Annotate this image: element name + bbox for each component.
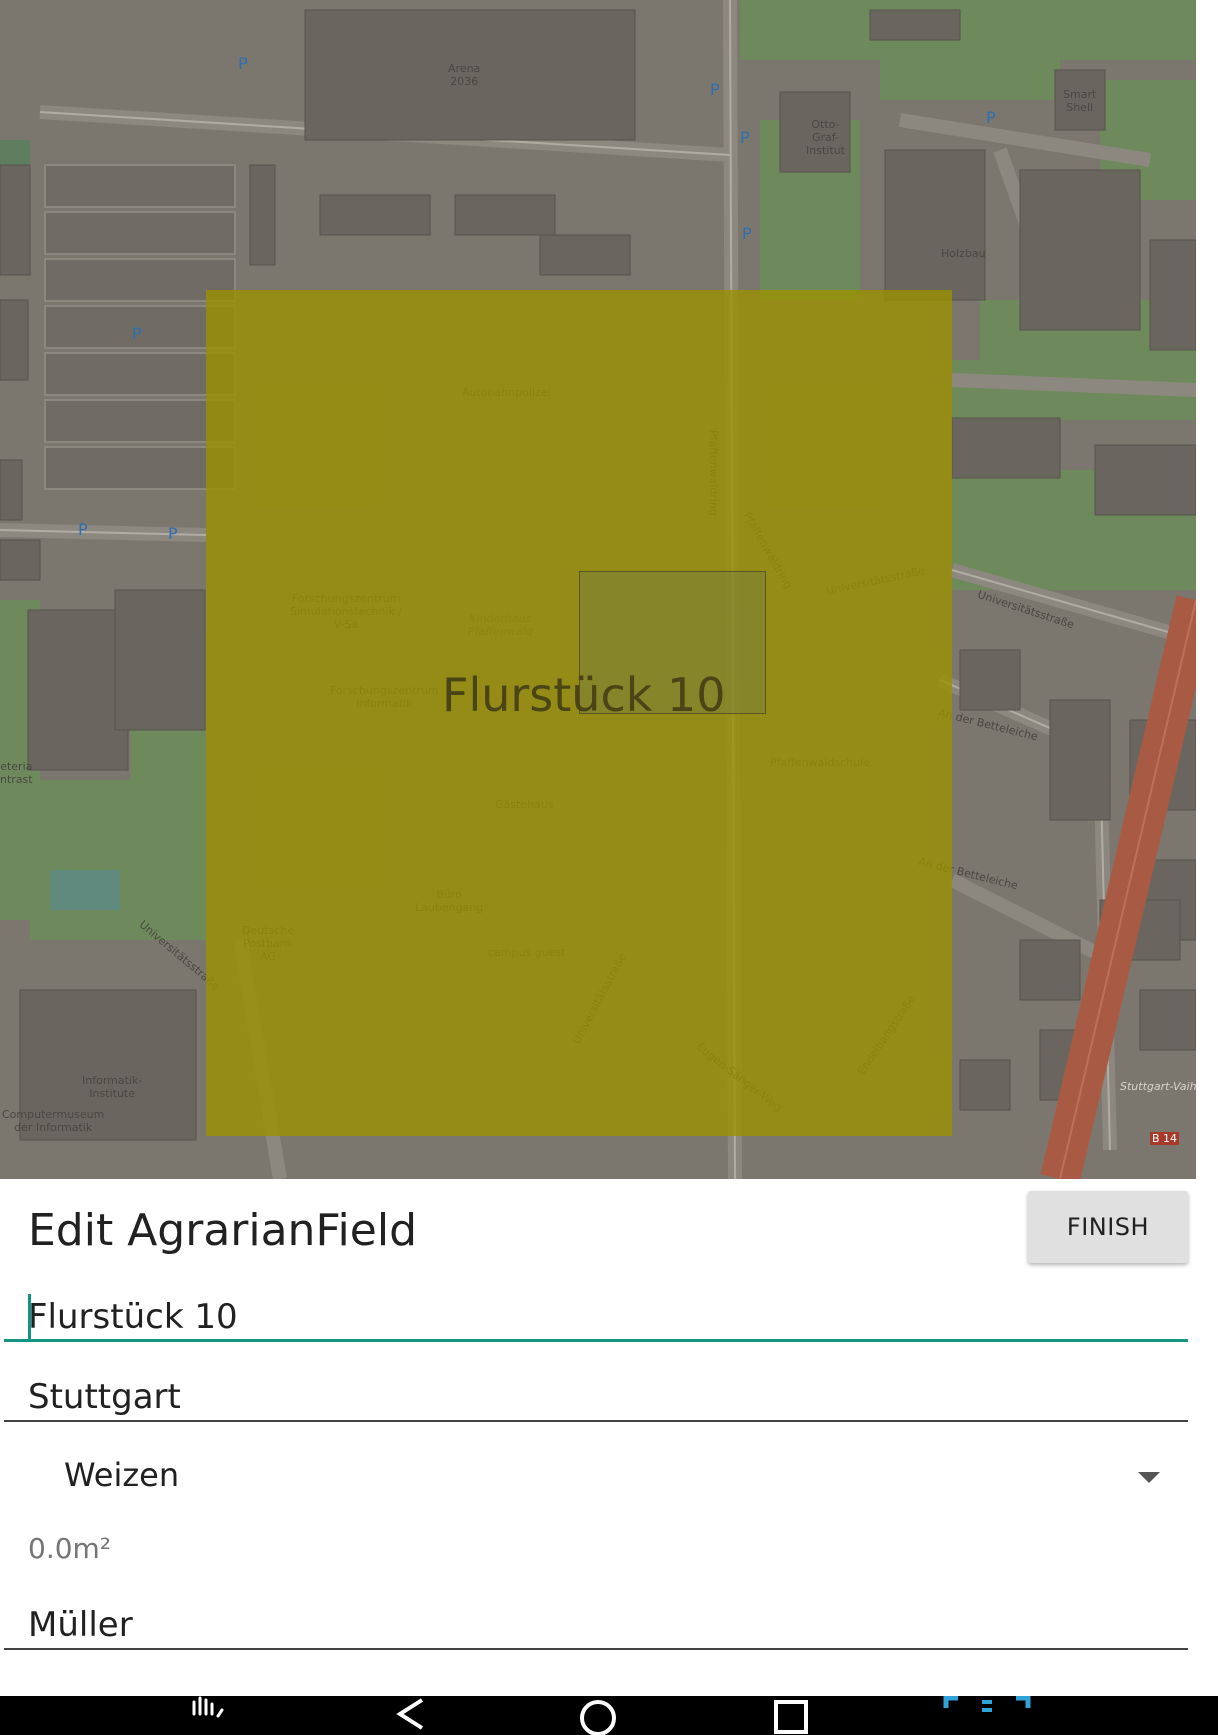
recents-icon[interactable]: [772, 1696, 812, 1735]
hand-gesture-icon[interactable]: [186, 1696, 232, 1735]
crop-dropdown[interactable]: Weizen: [4, 1448, 1188, 1504]
parking-icon: P: [78, 520, 88, 539]
map-label-smart-shell: Smart Shell: [1063, 88, 1097, 114]
dropdown-arrow-icon: [1138, 1472, 1160, 1483]
owner-input[interactable]: [4, 1602, 1188, 1650]
parking-icon: P: [740, 128, 750, 147]
map-label-otto-graf: Otto- Graf- Institut: [806, 118, 845, 157]
field-name-map-label: Flurstück 10: [442, 668, 726, 722]
city-input[interactable]: [4, 1374, 1188, 1422]
parking-icon: P: [986, 108, 996, 127]
map-label-arena: Arena 2036: [448, 62, 481, 88]
system-nav-bar: [0, 1696, 1218, 1735]
screenshot-frame-icon[interactable]: [942, 1696, 1032, 1735]
map-label-stuttgart-vaihingen: Stuttgart-Vaihi: [1120, 1080, 1196, 1093]
map-label-holzbau: Holzbau: [941, 247, 986, 260]
text-cursor: [28, 1294, 31, 1340]
parking-icon: P: [168, 524, 178, 543]
panel-title: Edit AgrarianField: [28, 1205, 417, 1256]
home-icon[interactable]: [574, 1696, 622, 1735]
parking-icon: P: [238, 54, 248, 73]
screen-edge: [1196, 0, 1218, 1696]
field-name-input[interactable]: [4, 1294, 1188, 1342]
finish-button[interactable]: FINISH: [1028, 1191, 1188, 1263]
back-icon[interactable]: [392, 1696, 428, 1735]
map-label-b14: B 14: [1150, 1132, 1180, 1145]
map-label-cafeteria: eteria ntrast: [0, 760, 33, 786]
parking-icon: P: [132, 324, 142, 343]
map-label-computermuseum: Computermuseum der Informatik: [2, 1108, 105, 1134]
crop-dropdown-value: Weizen: [64, 1456, 180, 1494]
parking-icon: P: [710, 80, 720, 99]
parking-icon: P: [742, 224, 752, 243]
map-view[interactable]: Arena 2036 Otto- Graf- Institut Smart Shell …: [0, 0, 1196, 1179]
area-value: 0.0m²: [28, 1532, 112, 1565]
map-label-informatik-institute: Informatik- Institute: [82, 1074, 143, 1100]
